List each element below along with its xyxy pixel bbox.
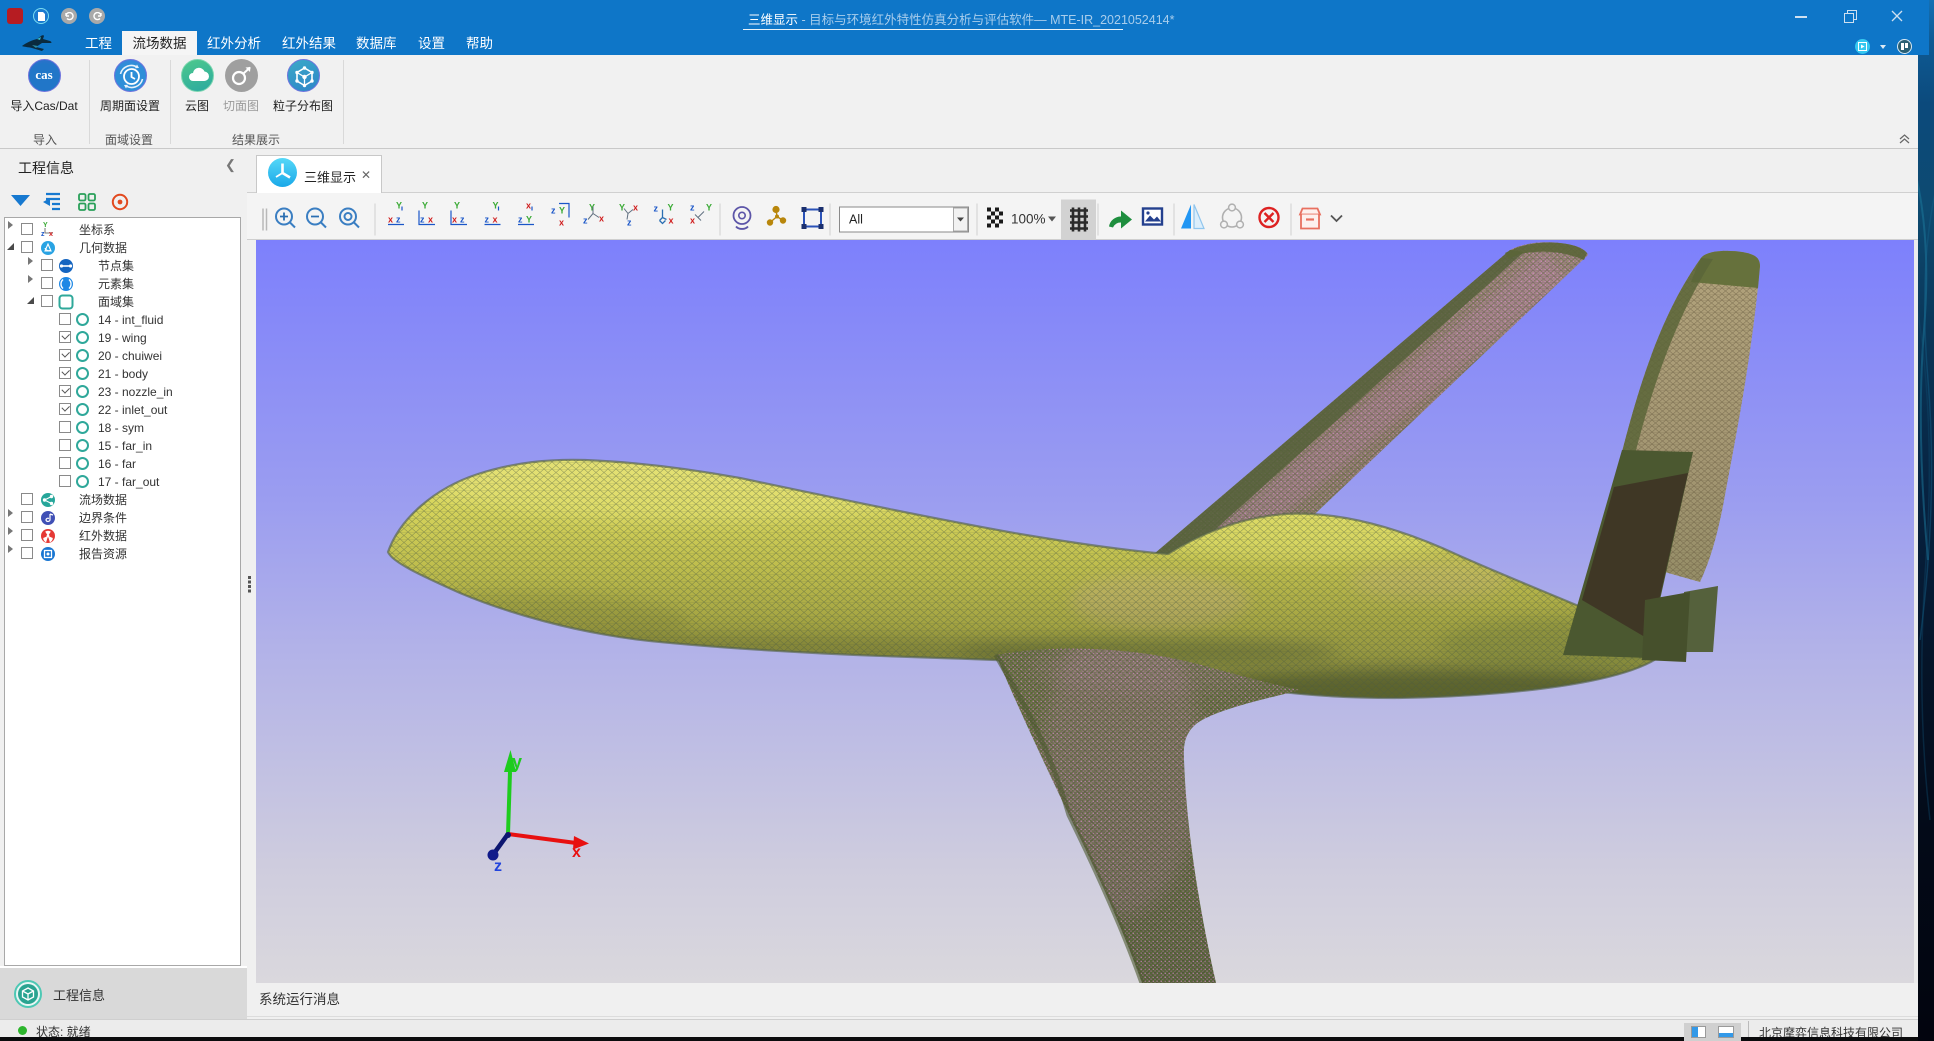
- svg-text:z: z: [518, 215, 523, 225]
- svg-text:z: z: [485, 215, 490, 225]
- svg-text:x: x: [388, 215, 393, 225]
- svg-text:z: z: [627, 218, 632, 228]
- svg-text:x: x: [493, 215, 498, 225]
- svg-text:Y: Y: [422, 201, 428, 211]
- svg-text:Y: Y: [526, 215, 532, 225]
- svg-text:All: All: [849, 213, 863, 227]
- svg-text:Y: Y: [396, 201, 402, 211]
- svg-text:x: x: [526, 201, 531, 211]
- svg-text:x: x: [599, 214, 604, 224]
- svg-text:x: x: [452, 215, 457, 225]
- svg-text:z: z: [654, 204, 659, 214]
- svg-text:z: z: [41, 231, 45, 238]
- svg-text:x: x: [428, 215, 433, 225]
- svg-text:z: z: [460, 215, 465, 225]
- svg-text:z: z: [551, 206, 556, 216]
- svg-text:Y: Y: [43, 222, 48, 229]
- svg-text:Y: Y: [619, 203, 625, 213]
- svg-text:Y: Y: [668, 203, 674, 213]
- svg-text:Y: Y: [493, 201, 499, 211]
- svg-text:z: z: [420, 215, 425, 225]
- svg-text:Y: Y: [589, 203, 595, 213]
- svg-text:Y: Y: [559, 206, 565, 216]
- svg-text:Y: Y: [706, 203, 712, 213]
- svg-text:z: z: [494, 858, 502, 875]
- svg-text:x: x: [559, 218, 564, 228]
- svg-text:100%: 100%: [1011, 212, 1046, 227]
- svg-text:z: z: [583, 216, 588, 226]
- svg-text:x: x: [669, 216, 674, 226]
- svg-text:Y: Y: [454, 201, 460, 211]
- svg-text:x: x: [572, 844, 581, 861]
- svg-text:y: y: [512, 752, 522, 772]
- svg-text:z: z: [690, 203, 695, 213]
- svg-text:z: z: [396, 215, 401, 225]
- svg-text:x: x: [690, 216, 695, 226]
- svg-text:x: x: [49, 231, 53, 238]
- svg-text:x: x: [633, 203, 638, 213]
